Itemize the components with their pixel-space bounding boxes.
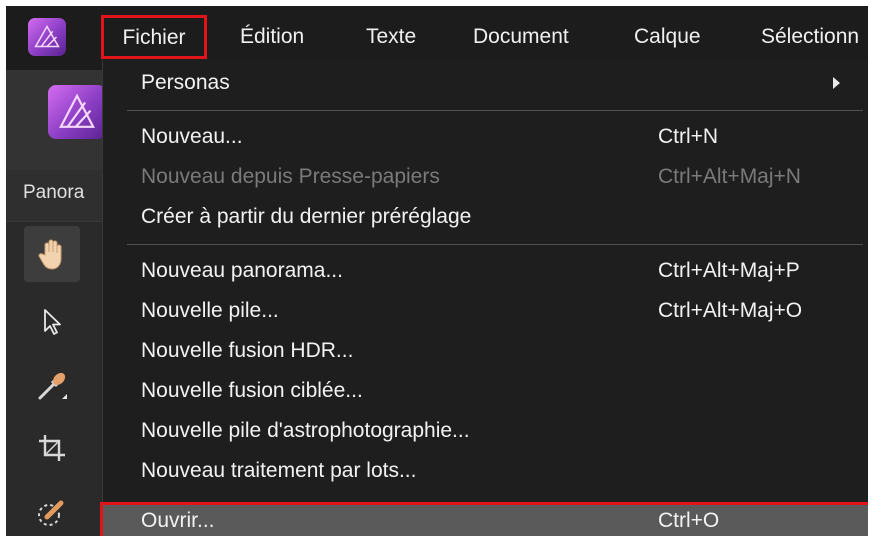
hand-tool[interactable] <box>24 226 80 282</box>
menu-item-label: Ouvrir... <box>141 509 215 532</box>
menu-separator <box>127 110 863 111</box>
menu-item-shortcut: Ctrl+Alt+Maj+N <box>658 165 801 188</box>
menu-separator <box>127 244 863 245</box>
menu-item-label: Nouveau... <box>141 125 243 148</box>
menu-item-ouvrir[interactable]: Ouvrir... Ctrl+O <box>100 502 868 536</box>
menu-item-shortcut: Ctrl+Alt+Maj+P <box>658 259 800 282</box>
studio-tab-label: Panora <box>23 182 85 203</box>
menu-item-label: Nouvelle fusion ciblée... <box>141 379 363 402</box>
menu-item-label: Nouvelle pile... <box>141 299 279 322</box>
menu-item-personas[interactable]: Personas <box>103 65 868 103</box>
menu-item-nouvelle-fusion-hdr[interactable]: Nouvelle fusion HDR... <box>103 333 868 371</box>
eyedropper-icon <box>38 372 67 400</box>
menu-item-label: Nouveau traitement par lots... <box>141 459 417 482</box>
menu-item-creer-dernier-preglage[interactable]: Créer à partir du dernier préréglage <box>103 199 868 237</box>
menu-item-nouveau-presse-papiers: Nouveau depuis Presse-papiers Ctrl+Alt+M… <box>103 159 868 197</box>
app-window: Fichier Édition Texte Document Calque Sé… <box>6 6 868 536</box>
affinity-photo-logo-glyph <box>34 25 60 48</box>
hand-icon <box>38 239 62 270</box>
menu-item-label: Personas <box>141 71 230 94</box>
menu-document[interactable]: Document <box>473 25 569 49</box>
selection-brush-icon <box>38 500 64 526</box>
menu-item-label: Nouvelle fusion HDR... <box>141 339 354 362</box>
submenu-arrow-icon <box>833 77 840 89</box>
menu-item-nouvelle-fusion-ciblee[interactable]: Nouvelle fusion ciblée... <box>103 373 868 411</box>
pointer-icon <box>44 309 61 335</box>
fichier-dropdown-menu: Personas Nouveau... Ctrl+N Nouveau depui… <box>100 60 868 536</box>
menu-item-label: Nouveau panorama... <box>141 259 343 282</box>
tools-panel <box>6 222 98 536</box>
menu-item-nouveau-panorama[interactable]: Nouveau panorama... Ctrl+Alt+Maj+P <box>103 253 868 291</box>
menu-selection[interactable]: Sélectionn <box>761 25 859 49</box>
menu-fichier[interactable]: Fichier <box>101 15 207 59</box>
menu-item-label: Créer à partir du dernier préréglage <box>141 205 472 228</box>
menu-item-nouvelle-pile-astro[interactable]: Nouvelle pile d'astrophotographie... <box>103 413 868 451</box>
menu-item-nouvelle-pile[interactable]: Nouvelle pile... Ctrl+Alt+Maj+O <box>103 293 868 331</box>
menu-item-shortcut: Ctrl+O <box>658 509 720 532</box>
affinity-photo-logo[interactable] <box>28 18 66 56</box>
menu-item-nouveau-traitement-lots[interactable]: Nouveau traitement par lots... <box>103 453 868 491</box>
photo-persona-icon[interactable] <box>48 85 106 139</box>
photo-persona-glyph <box>59 93 95 128</box>
menu-calque[interactable]: Calque <box>634 25 701 49</box>
menu-item-nouveau[interactable]: Nouveau... Ctrl+N <box>103 119 868 157</box>
menu-item-shortcut: Ctrl+N <box>658 125 719 148</box>
color-picker-tool[interactable] <box>24 358 80 414</box>
menu-edition[interactable]: Édition <box>240 25 304 49</box>
menu-item-shortcut: Ctrl+Alt+Maj+O <box>658 299 803 322</box>
menu-texte[interactable]: Texte <box>366 25 416 49</box>
menu-item-label: Nouvelle pile d'astrophotographie... <box>141 419 470 442</box>
crop-icon <box>39 435 65 461</box>
studio-tab-panorama[interactable]: Panora <box>6 170 106 222</box>
crop-tool[interactable] <box>24 420 80 476</box>
selection-brush-tool[interactable] <box>24 484 80 536</box>
move-tool[interactable] <box>24 294 80 350</box>
menu-item-label: Nouveau depuis Presse-papiers <box>141 165 440 188</box>
